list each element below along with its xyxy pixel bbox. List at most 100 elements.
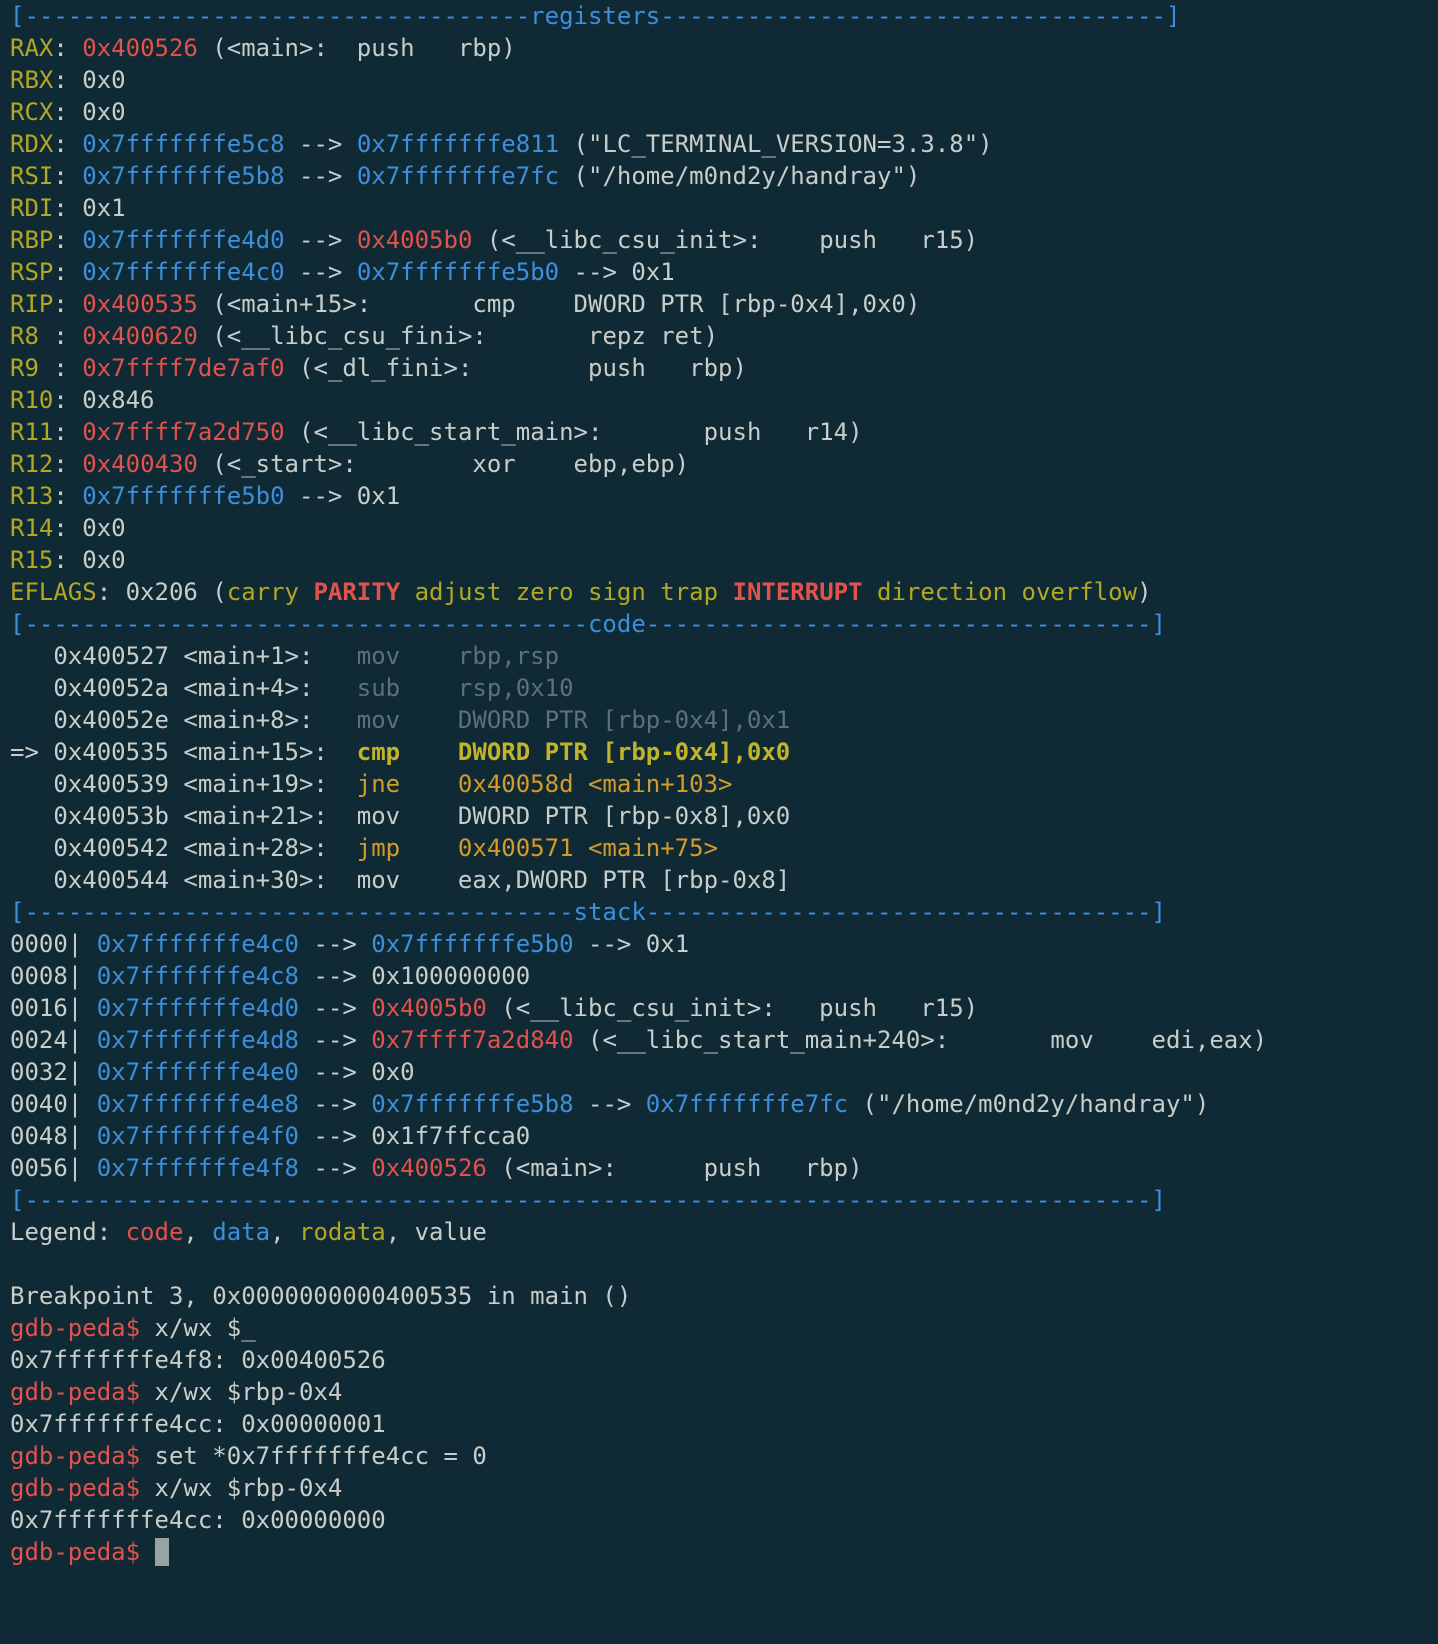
- terminal-text-segment: 0x4005b0: [356, 226, 473, 254]
- terminal-text-segment: gdb-peda$: [10, 1538, 155, 1566]
- terminal-line: Legend: code, data, rodata, value: [10, 1216, 1438, 1248]
- terminal-text-segment: (<main>: push rbp): [197, 34, 516, 62]
- terminal-text-segment: -----------------------------------]: [645, 610, 1166, 638]
- terminal-text-segment: 0x7fffffffe7fc: [645, 1090, 849, 1118]
- terminal-line: RBP: 0x7fffffffe4d0 --> 0x4005b0 (<__lib…: [10, 224, 1438, 256]
- terminal-text-segment: ): [1137, 578, 1152, 606]
- terminal-line: 0032| 0x7fffffffe4e0 --> 0x0: [10, 1056, 1438, 1088]
- terminal-text-segment: RIP: [10, 290, 54, 318]
- terminal-text-segment: R12: [10, 450, 54, 478]
- terminal-text-segment: gdb-peda$: [10, 1442, 155, 1470]
- terminal-text-segment: 0x7fffffffe7fc: [356, 162, 560, 190]
- terminal-text-segment: --> 0x0: [299, 1058, 415, 1086]
- terminal-line: 0016| 0x7fffffffe4d0 --> 0x4005b0 (<__li…: [10, 992, 1438, 1024]
- terminal-text-segment: : 0x0: [53, 98, 126, 126]
- terminal-text-segment: -----------------------------------]: [645, 898, 1166, 926]
- terminal-text-segment: 0x7fffffffe4e0: [96, 1058, 299, 1086]
- terminal-text-segment: 0x400542 <main+28>:: [10, 834, 357, 862]
- terminal-cursor: [154, 1538, 169, 1566]
- terminal-line: 0048| 0x7fffffffe4f0 --> 0x1f7ffcca0: [10, 1120, 1438, 1152]
- terminal-text-segment: :: [53, 354, 83, 382]
- terminal-text-segment: (<__libc_start_main+240>: mov edi,eax): [573, 1026, 1268, 1054]
- terminal-text-segment: 0x7fffffffe4cc: 0x00000000: [10, 1506, 386, 1534]
- terminal-line: gdb-peda$ x/wx $rbp-0x4: [10, 1376, 1438, 1408]
- terminal-text-segment: rodata: [299, 1218, 386, 1246]
- terminal-line: gdb-peda$ x/wx $rbp-0x4: [10, 1472, 1438, 1504]
- terminal-text-segment: ("/home/m0nd2y/handray"): [559, 162, 921, 190]
- terminal-line: 0x40052a <main+4>: sub rsp,0x10: [10, 672, 1438, 704]
- terminal-text-segment: -->: [299, 1026, 372, 1054]
- terminal-text-segment: 0x400535: [82, 290, 198, 318]
- terminal-text-segment: 0x7fffffffe5c8: [82, 130, 285, 158]
- terminal-text-segment: --> 0x1: [284, 482, 401, 510]
- terminal-text-segment: [--------------------------------------: [10, 898, 574, 926]
- terminal-text-segment: 0x400527 <main+1>:: [10, 642, 357, 670]
- terminal-text-segment: : 0x0: [53, 514, 126, 542]
- terminal-line: RSI: 0x7fffffffe5b8 --> 0x7fffffffe7fc (…: [10, 160, 1438, 192]
- terminal-line: 0x400544 <main+30>: mov eax,DWORD PTR [r…: [10, 864, 1438, 896]
- terminal-text-segment: 0x7fffffffe4c0: [96, 930, 299, 958]
- terminal-text-segment: ,: [270, 1218, 299, 1246]
- terminal-text-segment: 0x400544 <main+30>: mov eax,DWORD PTR [r…: [10, 866, 791, 894]
- terminal-text-segment: -->: [299, 994, 372, 1022]
- terminal-text-segment: 0008|: [10, 962, 97, 990]
- terminal-line: [---------------------------------------…: [10, 1184, 1438, 1216]
- terminal-text-segment: -->: [299, 930, 372, 958]
- terminal-text-segment: :: [53, 34, 83, 62]
- terminal-text-segment: R11: [10, 418, 54, 446]
- terminal-text-segment: R9: [10, 354, 54, 382]
- terminal-text-segment: 0x7fffffffe4f0: [96, 1122, 299, 1150]
- terminal-text-segment: : 0x0: [53, 546, 126, 574]
- terminal-text-segment: :: [53, 258, 83, 286]
- terminal-text-segment: mov rbp,rsp: [356, 642, 560, 670]
- terminal-text-segment: -->: [284, 258, 357, 286]
- terminal-window[interactable]: [-----------------------------------regi…: [0, 0, 1438, 1644]
- terminal-text-segment: (<__libc_csu_init>: push r15): [472, 226, 979, 254]
- terminal-text-segment: , value: [385, 1218, 487, 1246]
- terminal-text-segment: 0x7fffffffe5b0: [82, 482, 285, 510]
- terminal-line: RDX: 0x7fffffffe5c8 --> 0x7fffffffe811 (…: [10, 128, 1438, 160]
- terminal-line: 0x400542 <main+28>: jmp 0x400571 <main+7…: [10, 832, 1438, 864]
- terminal-text-segment: :: [53, 418, 83, 446]
- terminal-line: 0x7fffffffe4f8: 0x00400526: [10, 1344, 1438, 1376]
- terminal-text-segment: 0x40052e <main+8>:: [10, 706, 357, 734]
- terminal-line: 0x40053b <main+21>: mov DWORD PTR [rbp-0…: [10, 800, 1438, 832]
- terminal-text-segment: 0x7fffffffe4d8: [96, 1026, 299, 1054]
- terminal-line: R11: 0x7ffff7a2d750 (<__libc_start_main>…: [10, 416, 1438, 448]
- terminal-text-segment: 0x7fffffffe5b0: [371, 930, 574, 958]
- terminal-text-segment: code: [587, 610, 646, 638]
- terminal-text-segment: adjust zero sign trap: [400, 578, 733, 606]
- terminal-text-segment: PARITY: [313, 578, 401, 606]
- terminal-text-segment: set *0x7fffffffe4cc = 0: [154, 1442, 487, 1470]
- terminal-line: R12: 0x400430 (<_start>: xor ebp,ebp): [10, 448, 1438, 480]
- terminal-line: R15: 0x0: [10, 544, 1438, 576]
- terminal-line: RCX: 0x0: [10, 96, 1438, 128]
- terminal-text-segment: 0x7fffffffe4e8: [96, 1090, 299, 1118]
- terminal-line: 0x40052e <main+8>: mov DWORD PTR [rbp-0x…: [10, 704, 1438, 736]
- terminal-text-segment: 0x400526: [371, 1154, 487, 1182]
- terminal-line: R9 : 0x7ffff7de7af0 (<_dl_fini>: push rb…: [10, 352, 1438, 384]
- terminal-text-segment: 0x400620: [82, 322, 198, 350]
- terminal-text-segment: (<__libc_start_main>: push r14): [284, 418, 863, 446]
- terminal-text-segment: jmp 0x400571 <main+75>: [356, 834, 719, 862]
- terminal-text-segment: (<_start>: xor ebp,ebp): [197, 450, 690, 478]
- terminal-line: gdb-peda$ set *0x7fffffffe4cc = 0: [10, 1440, 1438, 1472]
- terminal-text-segment: 0x7ffff7a2d840: [371, 1026, 574, 1054]
- terminal-text-segment: --> 0x1: [559, 258, 675, 286]
- terminal-text-segment: (<__libc_csu_fini>: repz ret): [197, 322, 719, 350]
- terminal-text-segment: 0032|: [10, 1058, 97, 1086]
- terminal-text-segment: 0000|: [10, 930, 97, 958]
- terminal-text-segment: jne 0x40058d <main+103>: [356, 770, 733, 798]
- terminal-text-segment: RBP: [10, 226, 54, 254]
- terminal-text-segment: x/wx $_: [154, 1314, 256, 1342]
- terminal-text-segment: R14: [10, 514, 54, 542]
- terminal-text-segment: sub rsp,0x10: [356, 674, 574, 702]
- terminal-text-segment: ("LC_TERMINAL_VERSION=3.3.8"): [559, 130, 993, 158]
- terminal-text-segment: 0016|: [10, 994, 97, 1022]
- terminal-line: 0040| 0x7fffffffe4e8 --> 0x7fffffffe5b8 …: [10, 1088, 1438, 1120]
- terminal-text-segment: 0024|: [10, 1026, 97, 1054]
- terminal-text-segment: :: [53, 162, 83, 190]
- terminal-text-segment: -->: [284, 226, 357, 254]
- terminal-text-segment: R10: [10, 386, 54, 414]
- terminal-text-segment: RCX: [10, 98, 54, 126]
